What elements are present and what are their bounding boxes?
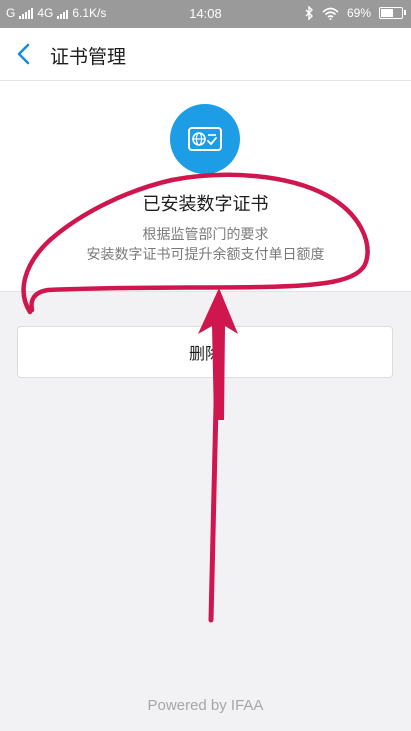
powered-by-footer: Powered by IFAA (147, 697, 264, 714)
status-bar: G 4G 6.1K/s 14:08 69% (0, 0, 411, 28)
globe-certificate-icon (188, 127, 222, 151)
certificate-status-title: 已安装数字证书 (142, 194, 269, 215)
description-line-2: 安装数字证书可提升余额支付单日额度 (86, 247, 325, 263)
battery-icon (379, 7, 406, 19)
certificate-badge (170, 104, 240, 174)
chevron-left-icon (17, 43, 30, 65)
navigation-bar: 证书管理 (0, 28, 411, 81)
description-line-1: 根据监管部门的要求 (142, 227, 269, 243)
wifi-icon (322, 7, 339, 20)
certificate-status-panel: 已安装数字证书 根据监管部门的要求 安装数字证书可提升余额支付单日额度 (0, 81, 411, 292)
delete-certificate-button[interactable]: 删除 (17, 326, 393, 378)
delete-button-label: 删除 (188, 344, 221, 363)
bluetooth-icon (305, 6, 313, 20)
battery-percent: 69% (346, 6, 371, 20)
back-button[interactable] (8, 37, 42, 71)
certificate-description: 根据监管部门的要求 安装数字证书可提升余额支付单日额度 (0, 225, 411, 265)
page-title: 证书管理 (50, 46, 127, 68)
